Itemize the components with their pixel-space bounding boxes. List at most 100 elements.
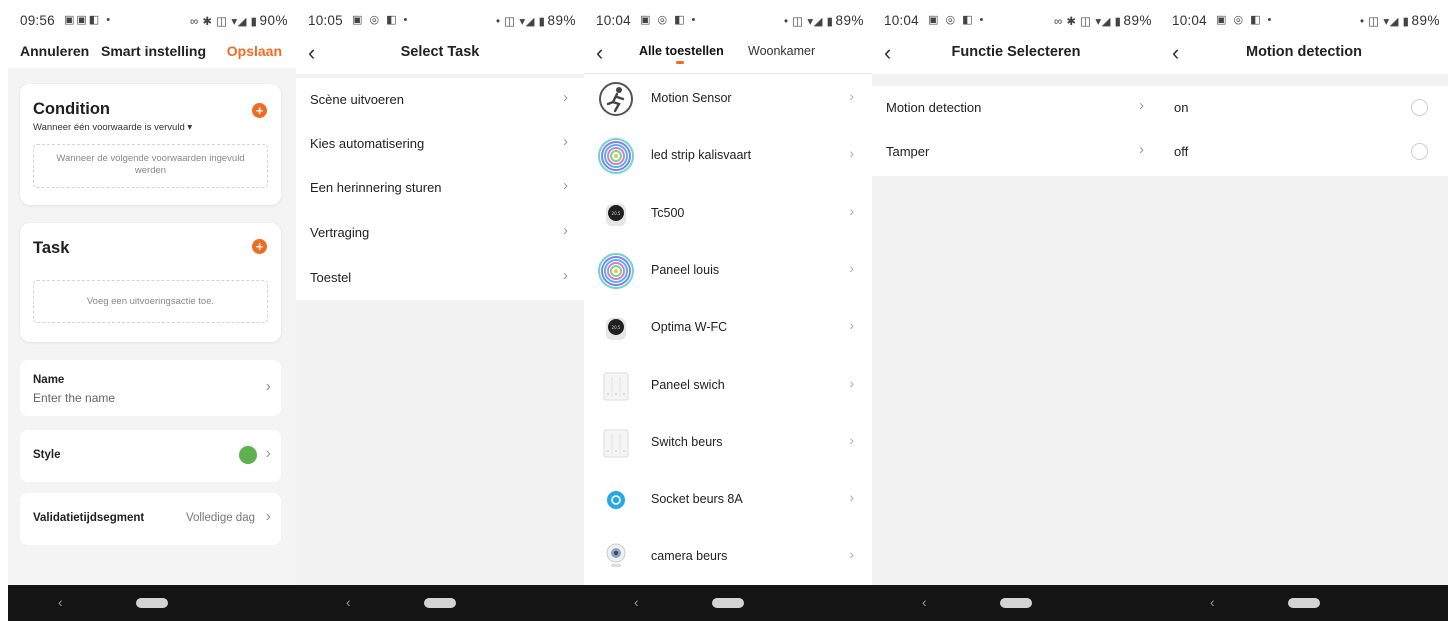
status-bar: 10:04 ▣ ◎ ◧ • • ◫ ▾◢ ▮ 89% (1160, 0, 1448, 40)
android-nav-bar: ‹ (8, 585, 296, 621)
nav-home-icon[interactable] (1288, 598, 1320, 608)
device-row[interactable]: Socket beurs 8A › (584, 471, 872, 528)
camera-icon (597, 538, 635, 576)
list-item[interactable]: Toestel › (296, 256, 584, 300)
motion-sensor-icon (597, 80, 635, 118)
screen-smart-setting: 09:56 ▣▣◧ • ∞ ✱ ◫ ▾◢ ▮ 90% Annuleren Smar… (8, 0, 296, 621)
android-nav-bar: ‹ (584, 585, 872, 621)
rgb-ring-icon (597, 137, 635, 175)
device-name: Tc500 (651, 205, 685, 220)
task-type-list: Scène uitvoeren › Kies automatisering › Ee… (296, 78, 584, 300)
option-off[interactable]: off (1160, 130, 1448, 174)
device-row[interactable]: Paneel swich › (584, 357, 872, 414)
nav-home-icon[interactable] (1000, 598, 1032, 608)
android-nav-bar: ‹ (872, 585, 1160, 621)
option-list: on off (1160, 86, 1448, 176)
nav-home-icon[interactable] (136, 598, 168, 608)
name-input[interactable]: Enter the name (33, 391, 115, 405)
thermostat-icon: 20.5 (597, 309, 635, 347)
device-row[interactable]: 20.5 Optima W-FC › (584, 299, 872, 356)
screen-select-task: 10:05 ▣ ◎ ◧ • • ◫ ▾◢ ▮ 89% ‹ Select Task … (296, 0, 584, 621)
header: ‹ Alle toestellen Woonkamer (584, 40, 872, 74)
nav-back-icon[interactable]: ‹ (346, 594, 351, 610)
radio-button[interactable] (1411, 143, 1428, 160)
notification-icons: ▣ ◎ ◧ • (928, 14, 986, 26)
nav-home-icon[interactable] (424, 598, 456, 608)
name-row[interactable]: Name Enter the name › (20, 360, 281, 416)
style-color-swatch[interactable] (239, 446, 257, 464)
option-on[interactable]: on (1160, 86, 1448, 130)
style-row[interactable]: Style › (20, 430, 281, 482)
condition-title: Condition (33, 100, 110, 118)
chevron-right-icon: › (849, 489, 854, 506)
device-row[interactable]: led strip kalisvaart › (584, 127, 872, 184)
chevron-right-icon: › (1139, 97, 1144, 114)
add-task-placeholder[interactable]: Voeg een uitvoeringsactie toe. (33, 280, 268, 323)
condition-mode-dropdown[interactable]: Wanneer één voorwaarde is vervuld ▾ (33, 122, 192, 133)
list-item-label: Motion detection (886, 100, 982, 115)
style-label: Style (33, 449, 61, 461)
chevron-right-icon: › (563, 177, 568, 194)
add-condition-placeholder[interactable]: Wanneer de volgende voorwaarden ingevuld… (33, 144, 268, 188)
chevron-right-icon: › (265, 378, 271, 395)
device-name: Paneel louis (651, 262, 720, 277)
nav-back-icon[interactable]: ‹ (58, 594, 63, 610)
status-bar: 10:05 ▣ ◎ ◧ • • ◫ ▾◢ ▮ 89% (296, 0, 584, 40)
thermostat-icon: 20.5 (597, 195, 635, 233)
device-row[interactable]: Paneel louis › (584, 242, 872, 299)
chevron-right-icon: › (849, 546, 854, 563)
notification-icons: ▣ ◎ ◧ • (352, 14, 410, 26)
nav-back-icon[interactable]: ‹ (1210, 594, 1215, 610)
cancel-button[interactable]: Annuleren (20, 43, 89, 59)
list-item[interactable]: Scène uitvoeren › (296, 78, 584, 122)
header: ‹ Functie Selecteren (872, 40, 1160, 74)
device-row[interactable]: camera beurs › (584, 528, 872, 585)
page-title: Smart instelling (101, 43, 207, 59)
radio-button[interactable] (1411, 99, 1428, 116)
chevron-right-icon: › (849, 202, 854, 219)
rgb-ring-icon (597, 252, 635, 290)
list-item[interactable]: Een herinnering sturen › (296, 166, 584, 210)
status-icons: • ◫ ▾◢ ▮ 89% (784, 13, 864, 28)
list-item[interactable]: Motion detection › (872, 86, 1160, 130)
device-row[interactable]: 20.5 Tc500 › (584, 185, 872, 242)
add-task-button[interactable]: + (252, 239, 267, 254)
validity-row[interactable]: Validatietijdsegment Volledige dag › (20, 493, 281, 545)
validity-value: Volledige dag (185, 512, 255, 524)
battery-level: 89% (1123, 13, 1152, 28)
chevron-right-icon: › (849, 431, 854, 448)
chevron-right-icon: › (849, 374, 854, 391)
chevron-right-icon: › (1139, 141, 1144, 158)
list-item-label: Tamper (886, 144, 930, 159)
name-label: Name (33, 374, 65, 386)
page-title: Functie Selecteren (951, 44, 1081, 60)
battery-level: 89% (835, 13, 864, 28)
chevron-right-icon: › (849, 88, 854, 104)
task-card: Task + Voeg een uitvoeringsactie toe. (20, 223, 281, 342)
list-item[interactable]: Vertraging › (296, 211, 584, 255)
device-name: led strip kalisvaart (651, 148, 752, 163)
chevron-right-icon: › (849, 317, 854, 334)
list-item[interactable]: Kies automatisering › (296, 122, 584, 166)
nav-home-icon[interactable] (712, 598, 744, 608)
svg-text:20.5: 20.5 (612, 325, 621, 330)
battery-level: 89% (1411, 13, 1440, 28)
save-button[interactable]: Opslaan (227, 43, 282, 59)
active-tab-indicator (676, 61, 684, 64)
back-arrow-icon[interactable]: ‹ (596, 40, 620, 70)
battery-level: 90% (259, 13, 288, 28)
nav-back-icon[interactable]: ‹ (922, 594, 927, 610)
chevron-right-icon: › (265, 508, 271, 525)
nav-back-icon[interactable]: ‹ (634, 594, 639, 610)
option-label: on (1174, 100, 1189, 115)
add-condition-button[interactable]: + (252, 103, 267, 118)
tab-all-devices[interactable]: Alle toestellen (639, 44, 724, 58)
device-name: Motion Sensor (651, 91, 732, 105)
validity-label: Validatietijdsegment (33, 512, 145, 524)
tab-living-room[interactable]: Woonkamer (748, 44, 815, 58)
device-row[interactable]: Motion Sensor › (584, 70, 872, 127)
list-item[interactable]: Tamper › (872, 130, 1160, 174)
device-row[interactable]: Switch beurs › (584, 414, 872, 471)
notification-icons: ▣ ◎ ◧ • (640, 14, 698, 26)
page-title: Select Task (400, 44, 480, 60)
